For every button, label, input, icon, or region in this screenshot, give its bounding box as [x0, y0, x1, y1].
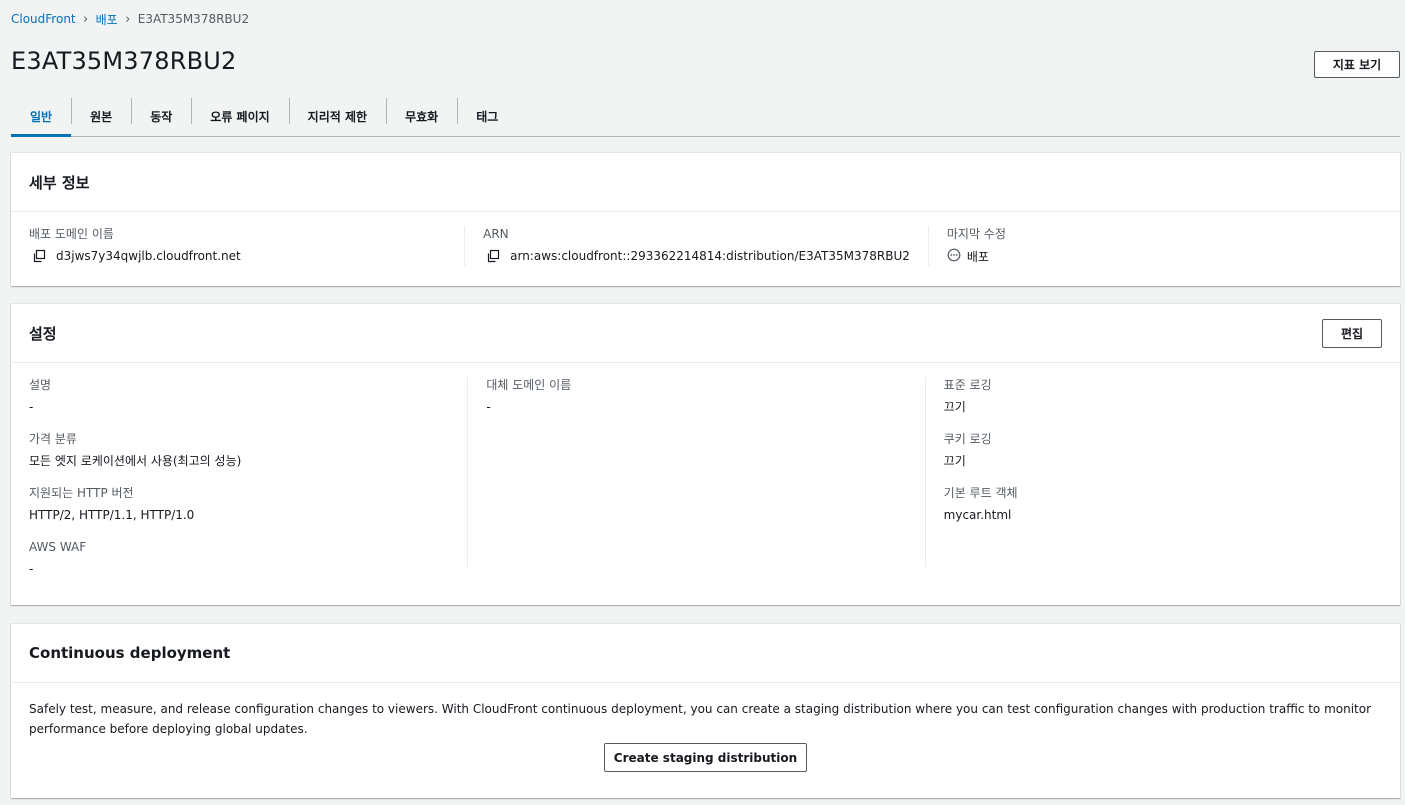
chevron-right-icon: › — [125, 11, 131, 27]
aws-waf-label: AWS WAF — [29, 540, 87, 554]
tab-behaviors[interactable]: 동작 — [131, 96, 191, 136]
price-class-value: 모든 엣지 로케이션에서 사용(최고의 성능) — [29, 454, 242, 468]
copy-icon[interactable] — [32, 249, 46, 263]
arn-value: arn:aws:cloudfront::293362214814:distrib… — [510, 249, 910, 263]
details-header: 세부 정보 — [11, 153, 1400, 212]
page-title: E3AT35M378RBU2 — [11, 47, 237, 75]
http-versions-label: 지원되는 HTTP 버전 — [29, 486, 134, 500]
description-label: 설명 — [29, 378, 52, 392]
details-panel: 세부 정보 배포 도메인 이름 d3jws7y34qwjlb.cloudfron… — [11, 153, 1400, 286]
copy-icon[interactable] — [486, 249, 500, 263]
alternate-domain-value: - — [486, 400, 491, 414]
default-root-object-label: 기본 루트 객체 — [943, 486, 1018, 500]
tab-general[interactable]: 일반 — [11, 96, 72, 137]
breadcrumb-distributions[interactable]: 배포 — [96, 11, 118, 28]
continuous-deployment-header: Continuous deployment — [11, 624, 1400, 683]
continuous-deployment-title: Continuous deployment — [29, 644, 231, 662]
settings-col-middle: 대체 도메인 이름 - — [467, 377, 924, 567]
details-col-domain: 배포 도메인 이름 d3jws7y34qwjlb.cloudfront.net — [29, 226, 464, 266]
aws-waf-value: - — [29, 562, 34, 576]
details-title: 세부 정보 — [29, 173, 90, 192]
settings-col-right: 표준 로깅 끄기 쿠키 로깅 끄기 기본 루트 객체 mycar.html — [924, 377, 1382, 567]
http-versions-value: HTTP/2, HTTP/1.1, HTTP/1.0 — [29, 508, 195, 522]
continuous-deployment-description: Safely test, measure, and release config… — [29, 702, 1372, 736]
cookie-logging-label: 쿠키 로깅 — [943, 432, 992, 446]
alternate-domain-label: 대체 도메인 이름 — [486, 378, 572, 392]
last-modified-value: 배포 — [966, 250, 989, 264]
create-staging-distribution-button[interactable]: Create staging distribution — [604, 743, 807, 772]
standard-logging-value: 끄기 — [943, 400, 966, 414]
details-col-modified: 마지막 수정 배포 — [927, 226, 1382, 266]
standard-logging-label: 표준 로깅 — [943, 378, 992, 392]
price-class-label: 가격 분류 — [29, 432, 77, 446]
tab-invalidations[interactable]: 무효화 — [386, 96, 457, 136]
arn-label: ARN — [483, 227, 509, 241]
settings-header: 설정 편집 — [11, 304, 1400, 363]
tab-tags[interactable]: 태그 — [457, 96, 517, 136]
breadcrumb-cloudfront[interactable]: CloudFront — [11, 12, 76, 26]
default-root-object-value: mycar.html — [943, 508, 1012, 522]
continuous-deployment-panel: Continuous deployment Safely test, measu… — [11, 624, 1400, 798]
description-value: - — [29, 400, 34, 414]
domain-value: d3jws7y34qwjlb.cloudfront.net — [56, 249, 241, 263]
settings-title: 설정 — [29, 324, 57, 343]
breadcrumb: CloudFront › 배포 › E3AT35M378RBU2 — [11, 11, 249, 27]
tab-error-pages[interactable]: 오류 페이지 — [191, 96, 288, 136]
domain-label: 배포 도메인 이름 — [29, 227, 114, 241]
settings-col-left: 설명 - 가격 분류 모든 엣지 로케이션에서 사용(최고의 성능) 지원되는 … — [29, 377, 467, 576]
tab-origins[interactable]: 원본 — [71, 96, 131, 136]
cookie-logging-value: 끄기 — [943, 454, 966, 468]
chevron-right-icon: › — [83, 11, 89, 27]
view-metrics-button[interactable]: 지표 보기 — [1314, 51, 1400, 78]
tab-bar: 일반 원본 동작 오류 페이지 지리적 제한 무효화 태그 — [11, 96, 1400, 137]
details-col-arn: ARN arn:aws:cloudfront::293362214814:dis… — [464, 226, 928, 266]
settings-panel: 설정 편집 설명 - 가격 분류 모든 엣지 로케이션에서 사용(최고의 성능)… — [11, 304, 1400, 605]
edit-button[interactable]: 편집 — [1322, 318, 1382, 348]
last-modified-label: 마지막 수정 — [946, 227, 1006, 241]
tab-geo-restrictions[interactable]: 지리적 제한 — [288, 96, 386, 136]
pending-icon — [947, 248, 961, 266]
breadcrumb-current: E3AT35M378RBU2 — [137, 12, 250, 26]
